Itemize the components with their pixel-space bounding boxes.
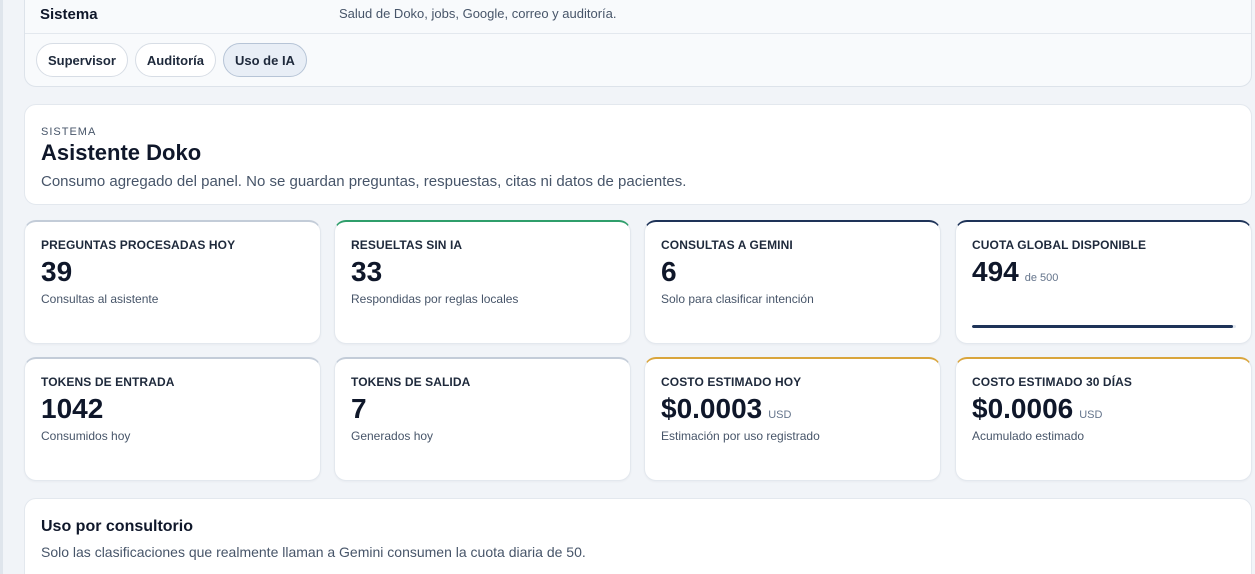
system-nav-card: Sistema Salud de Doko, jobs, Google, cor… bbox=[24, 0, 1252, 87]
quota-progress-fill bbox=[972, 325, 1233, 328]
stat-caption: Consultas al asistente bbox=[41, 292, 159, 306]
stat-caption: Consumidos hoy bbox=[41, 429, 131, 443]
left-rail bbox=[0, 0, 3, 574]
stat-card-tokens-salida: TOKENS DE SALIDA 7 Generados hoy bbox=[334, 357, 631, 481]
stat-caption: Estimación por uso registrado bbox=[661, 429, 820, 443]
stat-card-resueltas-sin-ia: RESUELTAS SIN IA 33 Respondidas por regl… bbox=[334, 220, 631, 344]
stat-value: 39 bbox=[41, 256, 73, 287]
stat-value: 7 bbox=[351, 393, 367, 424]
stat-value: $0.0003 bbox=[661, 393, 763, 424]
stat-caption: Generados hoy bbox=[351, 429, 434, 443]
quota-progress-bar bbox=[972, 325, 1236, 328]
stat-label: PREGUNTAS PROCESADAS HOY bbox=[41, 238, 236, 252]
stat-card-costo-30-dias: COSTO ESTIMADO 30 DÍAS $0.0006 USD Acumu… bbox=[955, 357, 1252, 481]
stat-caption: Respondidas por reglas locales bbox=[351, 292, 519, 306]
stat-label: RESUELTAS SIN IA bbox=[351, 238, 463, 252]
page-subtitle: Consumo agregado del panel. No se guarda… bbox=[41, 173, 687, 190]
stat-card-preguntas: PREGUNTAS PROCESADAS HOY 39 Consultas al… bbox=[24, 220, 321, 344]
stat-label: COSTO ESTIMADO 30 DÍAS bbox=[972, 375, 1133, 389]
usage-section-subtitle: Solo las clasificaciones que realmente l… bbox=[41, 544, 586, 560]
stat-card-costo-hoy: COSTO ESTIMADO HOY $0.0003 USD Estimació… bbox=[644, 357, 941, 481]
stat-unit: USD bbox=[1079, 409, 1103, 421]
stat-card-cuota-global: CUOTA GLOBAL DISPONIBLE 494 de 500 bbox=[955, 220, 1252, 344]
usage-section-title: Uso por consultorio bbox=[41, 518, 193, 535]
nav-header: Sistema Salud de Doko, jobs, Google, cor… bbox=[25, 0, 1251, 34]
stat-value: 494 bbox=[972, 256, 1019, 287]
page-header-card: SISTEMA Asistente Doko Consumo agregado … bbox=[24, 104, 1252, 205]
nav-title: Sistema bbox=[40, 6, 98, 23]
nav-description: Salud de Doko, jobs, Google, correo y au… bbox=[339, 6, 617, 21]
usage-by-office-card: Uso por consultorio Solo las clasificaci… bbox=[24, 498, 1252, 574]
stat-value: 1042 bbox=[41, 393, 104, 424]
stat-caption: Acumulado estimado bbox=[972, 429, 1085, 443]
stat-unit: de 500 bbox=[1024, 272, 1059, 284]
stat-value: 33 bbox=[351, 256, 383, 287]
stat-unit: USD bbox=[768, 409, 792, 421]
stat-value: $0.0006 bbox=[972, 393, 1074, 424]
stat-label: CUOTA GLOBAL DISPONIBLE bbox=[972, 238, 1147, 252]
tab-bar: Supervisor Auditoría Uso de IA bbox=[36, 43, 307, 77]
stat-card-tokens-entrada: TOKENS DE ENTRADA 1042 Consumidos hoy bbox=[24, 357, 321, 481]
stat-value: 6 bbox=[661, 256, 677, 287]
stat-card-consultas-gemini: CONSULTAS A GEMINI 6 Solo para clasifica… bbox=[644, 220, 941, 344]
tab-uso-de-ia[interactable]: Uso de IA bbox=[222, 43, 307, 77]
stat-label: COSTO ESTIMADO HOY bbox=[661, 375, 802, 389]
stat-caption: Solo para clasificar intención bbox=[661, 292, 814, 306]
stat-label: CONSULTAS A GEMINI bbox=[661, 238, 793, 252]
tab-supervisor[interactable]: Supervisor bbox=[36, 43, 128, 77]
tab-auditoria[interactable]: Auditoría bbox=[134, 43, 216, 77]
page-title: Asistente Doko bbox=[41, 140, 202, 165]
stat-label: TOKENS DE ENTRADA bbox=[41, 375, 175, 389]
section-eyebrow: SISTEMA bbox=[41, 126, 97, 138]
stat-label: TOKENS DE SALIDA bbox=[351, 375, 471, 389]
